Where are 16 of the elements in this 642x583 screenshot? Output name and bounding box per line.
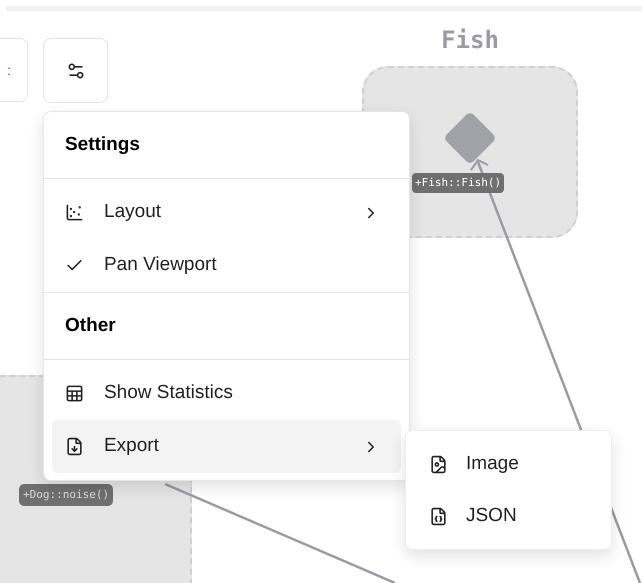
method-label: +Dog::noise()	[19, 484, 114, 506]
chart-icon	[65, 203, 84, 222]
settings-button[interactable]	[43, 38, 108, 103]
settings-icon	[66, 60, 86, 80]
table-icon	[65, 384, 84, 403]
menu-item[interactable]: Export	[52, 420, 401, 473]
submenu-item[interactable]: JSON	[413, 490, 604, 542]
file-code-icon	[429, 506, 448, 526]
file-download-icon	[65, 437, 84, 456]
file-image-icon	[429, 454, 448, 474]
node-title: Fish	[440, 25, 500, 56]
toolbar-button[interactable]: :	[0, 38, 28, 102]
menu-section-header: Other	[44, 293, 409, 360]
method-label: +Fish::Fish()	[412, 173, 504, 193]
menu-section-header: Settings	[44, 112, 409, 179]
submenu-item[interactable]: Image	[413, 438, 604, 490]
